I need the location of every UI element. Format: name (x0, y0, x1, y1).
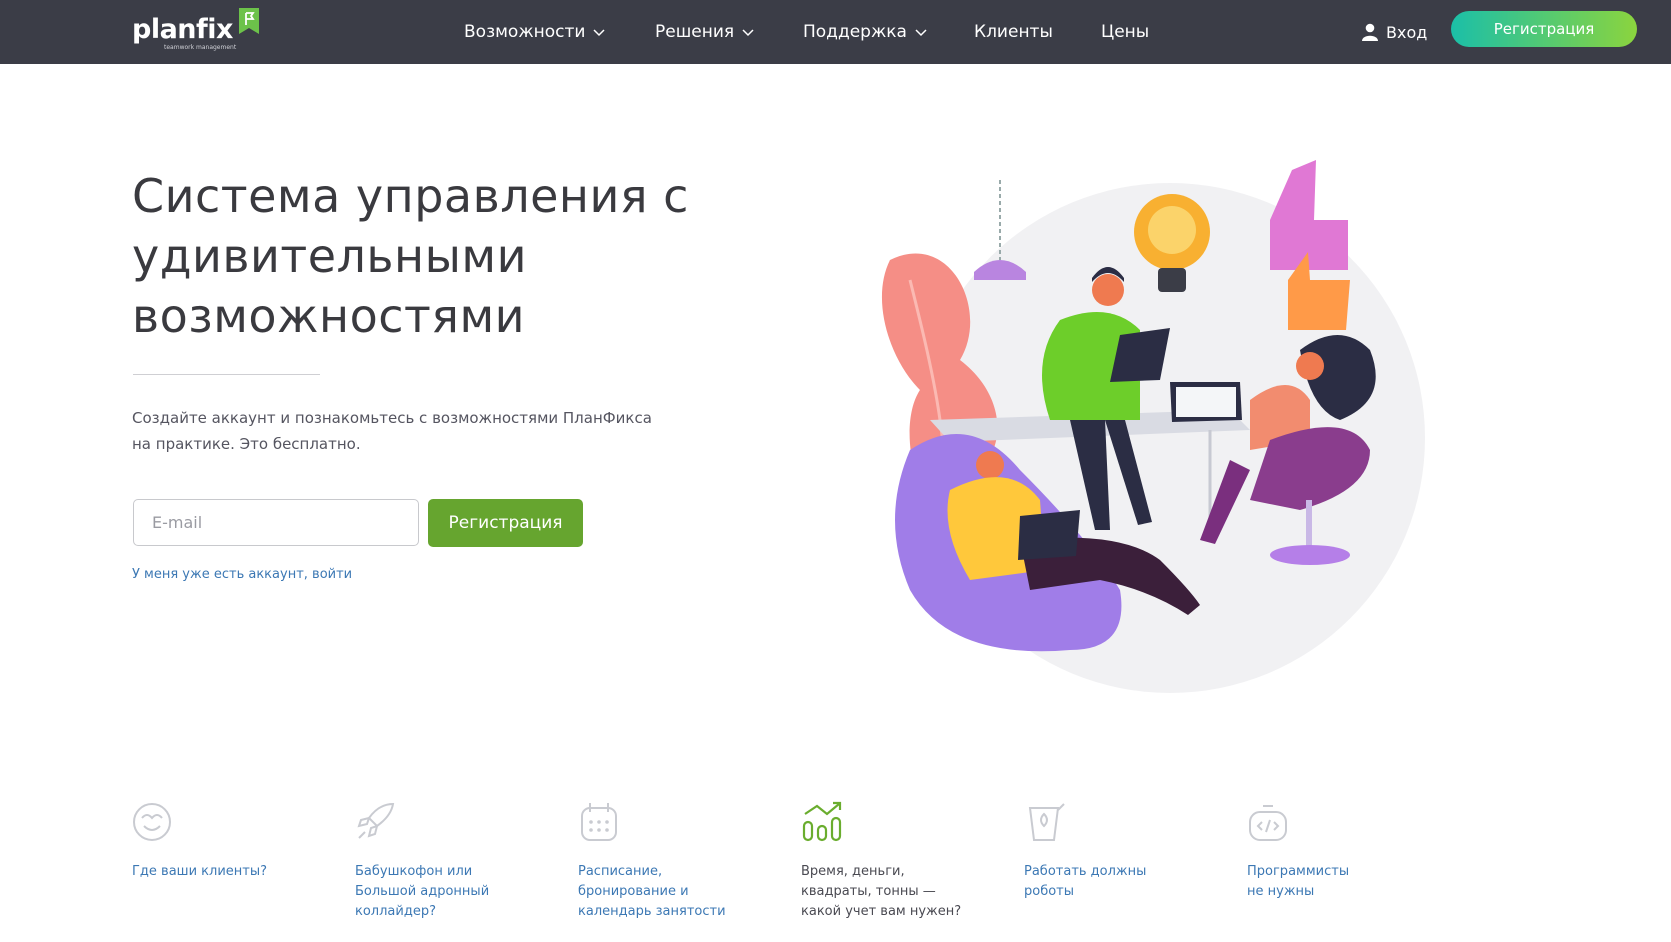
nav-label: Поддержка (803, 22, 907, 42)
login-existing-account-link[interactable]: У меня уже есть аккаунт, войти (132, 567, 352, 582)
register-button[interactable]: Регистрация (428, 499, 583, 547)
feature-label: Работать должны роботы (1024, 864, 1147, 899)
chevron-down-icon (742, 29, 754, 37)
chevron-down-icon (915, 29, 927, 37)
hero-subtitle: Создайте аккаунт и познакомьтесь с возмо… (132, 405, 652, 457)
nav-item-solutions[interactable]: Решения (655, 0, 754, 64)
smiley-icon (133, 803, 171, 841)
planfix-logo[interactable]: planfix teamwork management (132, 8, 262, 52)
hero-subtitle-line1: Создайте аккаунт и познакомьтесь с возмо… (132, 409, 652, 427)
user-icon (1362, 23, 1378, 41)
robot-icon (1028, 803, 1065, 841)
nav-label: Цены (1101, 22, 1150, 42)
nav-item-prices[interactable]: Цены (1101, 0, 1149, 64)
nav-item-clients[interactable]: Клиенты (974, 0, 1053, 64)
feature-label: Бабушкофон или Большой адронный коллайде… (355, 864, 490, 919)
feature-schedule[interactable]: Расписание, бронирование и календарь зан… (578, 800, 778, 922)
hero-subtitle-line2: на практике. Это бесплатно. (132, 435, 361, 453)
feature-label: Расписание, бронирование и календарь зан… (578, 864, 726, 919)
hero-divider (133, 374, 320, 375)
feature-label: Программисты не нужны (1247, 864, 1350, 899)
feature-clients[interactable]: Где ваши клиенты? (132, 800, 332, 882)
code-icon (1249, 805, 1287, 841)
top-navigation-bar: planfix teamwork management Возможности … (0, 0, 1671, 64)
nav-item-support[interactable]: Поддержка (803, 0, 927, 64)
nav-item-features[interactable]: Возможности (464, 0, 605, 64)
logo-tagline: teamwork management (164, 44, 237, 51)
email-input[interactable] (133, 499, 419, 546)
flag-icon (239, 8, 259, 34)
feature-label: Где ваши клиенты? (132, 864, 267, 879)
logo-text: planfix (132, 14, 233, 45)
feature-accounting[interactable]: Время, деньги, квадраты, тонны — какой у… (801, 800, 1001, 922)
nav-label: Возможности (464, 22, 586, 42)
growth-chart-icon (802, 801, 842, 842)
feature-scale[interactable]: Бабушкофон или Большой адронный коллайде… (355, 800, 555, 922)
feature-robots[interactable]: Работать должны роботы (1024, 800, 1224, 902)
nav-label: Решения (655, 22, 735, 42)
team-collaboration-illustration (881, 160, 1425, 693)
login-link[interactable]: Вход (1362, 0, 1427, 64)
calendar-icon (581, 803, 617, 841)
chevron-down-icon (593, 29, 605, 37)
hero-title: Система управления с удивительными возмо… (132, 169, 689, 343)
register-button-header[interactable]: Регистрация (1451, 11, 1637, 47)
feature-label: Время, деньги, квадраты, тонны — какой у… (801, 864, 962, 919)
feature-no-code[interactable]: Программисты не нужны (1247, 800, 1447, 902)
login-label: Вход (1386, 22, 1428, 42)
rocket-icon (357, 802, 395, 839)
nav-label: Клиенты (974, 22, 1053, 42)
